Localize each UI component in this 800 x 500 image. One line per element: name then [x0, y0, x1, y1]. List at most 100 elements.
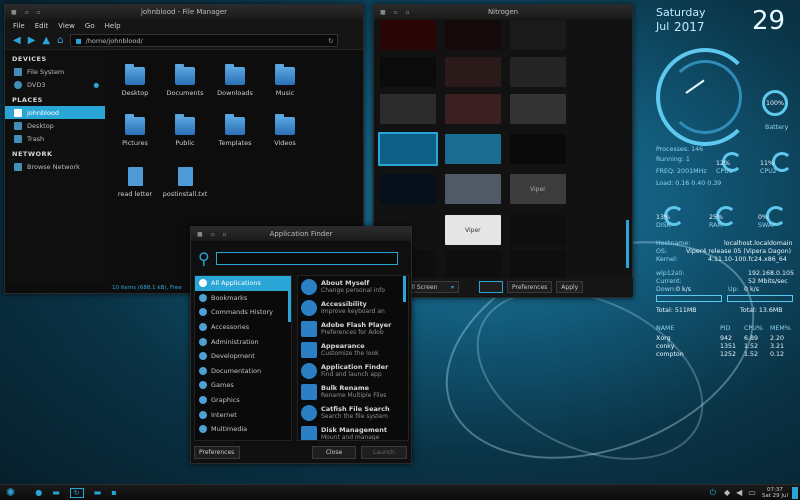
wallpaper-thumbnail[interactable]	[510, 250, 566, 280]
wallpaper-thumbnail[interactable]	[510, 94, 566, 124]
sidebar-item-trash[interactable]: Trash	[5, 132, 105, 145]
home-icon[interactable]: ⌂	[57, 35, 63, 46]
wallpaper-thumbnail[interactable]	[380, 94, 436, 124]
sidebar-item-dvd[interactable]: DVD3 ●	[5, 78, 105, 91]
sidebar-heading: PLACES	[12, 96, 43, 104]
app-item[interactable]: Bulk Rename Rename Multiple Files	[298, 381, 408, 402]
wallpaper-thumbnail[interactable]	[445, 174, 501, 204]
sidebar-item-home[interactable]: johnblood	[5, 106, 105, 119]
category-item[interactable]: Commands History	[195, 305, 291, 320]
category-item[interactable]: Graphics	[195, 393, 291, 408]
folder-icon	[275, 114, 295, 135]
app-item[interactable]: Catfish File Search Search the file syste…	[298, 402, 408, 423]
category-item[interactable]: Bookmarks	[195, 291, 291, 306]
category-item[interactable]: All Applications	[195, 276, 291, 291]
menu-logo-icon[interactable]: ✺	[6, 486, 15, 499]
file-item[interactable]: Videos	[260, 114, 310, 161]
menu-help[interactable]: Help	[105, 22, 121, 30]
color-picker[interactable]	[479, 281, 503, 293]
power-icon[interactable]: ⏻	[710, 488, 716, 498]
workspace-icon[interactable]: ▬	[52, 488, 60, 497]
eject-icon[interactable]: ●	[93, 81, 99, 89]
file-item[interactable]: read letter	[110, 167, 160, 211]
wallpaper-thumbnail[interactable]	[445, 94, 501, 124]
app-item[interactable]: Application Finder Find and launch app	[298, 360, 408, 381]
app-item[interactable]: Adobe Flash Player Preferences for Adob	[298, 318, 408, 339]
files-icon[interactable]: ▪	[111, 488, 116, 497]
process-cell: 2.20	[770, 335, 785, 342]
sidebar-item-desktop[interactable]: Desktop	[5, 119, 105, 132]
forward-icon[interactable]: ▶	[28, 35, 36, 46]
wallpaper-thumbnail[interactable]	[445, 134, 501, 164]
wallpaper-thumbnail[interactable]	[510, 134, 566, 164]
scrollbar[interactable]	[626, 220, 629, 268]
app-item[interactable]: Appearance Customize the look	[298, 339, 408, 360]
app-item[interactable]: About Myself Change personal info	[298, 276, 408, 297]
wallpaper-thumbnail[interactable]	[380, 20, 436, 50]
file-item[interactable]: Documents	[160, 64, 210, 111]
network-tray-icon[interactable]: ◆	[724, 488, 730, 497]
file-item[interactable]: Desktop	[110, 64, 160, 111]
wallpaper-thumbnail[interactable]	[380, 174, 436, 204]
app-item[interactable]: Disk Management Mount and manage	[298, 423, 408, 440]
category-item[interactable]: Administration	[195, 334, 291, 349]
wallpaper-thumbnail[interactable]	[380, 57, 436, 87]
volume-icon[interactable]: ◀	[736, 488, 742, 497]
wallpaper-thumbnail[interactable]	[445, 57, 501, 87]
file-item[interactable]: Downloads	[210, 64, 260, 111]
sidebar-item-network[interactable]: Browse Network	[5, 160, 105, 173]
menu-edit[interactable]: Edit	[35, 22, 49, 30]
category-item[interactable]: Internet	[195, 407, 291, 422]
up-icon[interactable]: ▲	[42, 35, 50, 46]
file-item[interactable]: postinstall.txt	[160, 167, 210, 211]
category-item[interactable]: Accessories	[195, 320, 291, 335]
category-item[interactable]: Games	[195, 378, 291, 393]
path-field[interactable]: ■/home/johnblood/ ↻	[70, 34, 339, 47]
preferences-button[interactable]: Preferences	[194, 446, 240, 459]
wallpaper-thumbnail[interactable]	[510, 215, 566, 245]
search-input[interactable]	[215, 251, 398, 265]
category-item[interactable]: Documentation	[195, 364, 291, 379]
category-item[interactable]: Development	[195, 349, 291, 364]
active-window-icon[interactable]: ↻	[69, 487, 84, 498]
file-item[interactable]: Music	[260, 64, 310, 111]
disk-label: DISK	[656, 222, 671, 229]
file-item[interactable]: Pictures	[110, 114, 160, 161]
sidebar-item-file-system[interactable]: File System	[5, 65, 105, 78]
file-item[interactable]: Templates	[210, 114, 260, 161]
battery-icon[interactable]: ▭	[748, 488, 756, 497]
category-label: Internet	[211, 410, 237, 419]
nitrogen-titlebar[interactable]: ■ ▫ ▫ Nitrogen	[374, 5, 632, 19]
file-manager-titlebar[interactable]: ■ ▫ ▫ johnblood - File Manager	[5, 5, 363, 19]
apply-button[interactable]: Apply	[556, 281, 584, 293]
reload-icon[interactable]: ↻	[328, 37, 333, 45]
menu-go[interactable]: Go	[85, 22, 95, 30]
category-scrollbar[interactable]	[288, 276, 291, 322]
wallpaper-thumbnail[interactable]	[378, 132, 438, 166]
workspace-icon[interactable]: ●	[35, 488, 42, 497]
preferences-button[interactable]: Preferences	[507, 281, 553, 293]
app-list-scrollbar[interactable]	[403, 276, 406, 302]
show-desktop-button[interactable]	[792, 486, 798, 499]
menu-file[interactable]: File	[13, 22, 25, 30]
back-icon[interactable]: ◀	[13, 35, 21, 46]
wallpaper-thumbnail[interactable]	[445, 20, 501, 50]
finder-search-row: ⚲	[195, 247, 411, 269]
launch-button[interactable]: Launch	[361, 446, 407, 459]
wallpaper-thumbnail[interactable]	[510, 57, 566, 87]
wallpaper-thumbnail[interactable]	[510, 20, 566, 50]
close-button[interactable]: Close	[312, 446, 356, 459]
wallpaper-thumbnail[interactable]	[445, 250, 501, 280]
menu-view[interactable]: View	[58, 22, 75, 30]
sidebar-item-label: DVD3	[27, 80, 46, 89]
terminal-icon[interactable]: ▬	[94, 488, 102, 497]
app-item[interactable]: Accessibility Improve keyboard an	[298, 297, 408, 318]
up-value: 0 k/s	[744, 286, 760, 293]
clock[interactable]: 07:37 Sat 29 Jul	[762, 487, 788, 499]
file-item[interactable]: Public	[160, 114, 210, 161]
category-item[interactable]: Multimedia	[195, 422, 291, 437]
finder-titlebar[interactable]: ■ ▫ ▫ Application Finder	[191, 227, 411, 241]
cpu1-value: 12%	[716, 160, 730, 167]
app-description: Search the file system	[321, 413, 389, 420]
cpu2-label: CPU2	[760, 168, 777, 175]
